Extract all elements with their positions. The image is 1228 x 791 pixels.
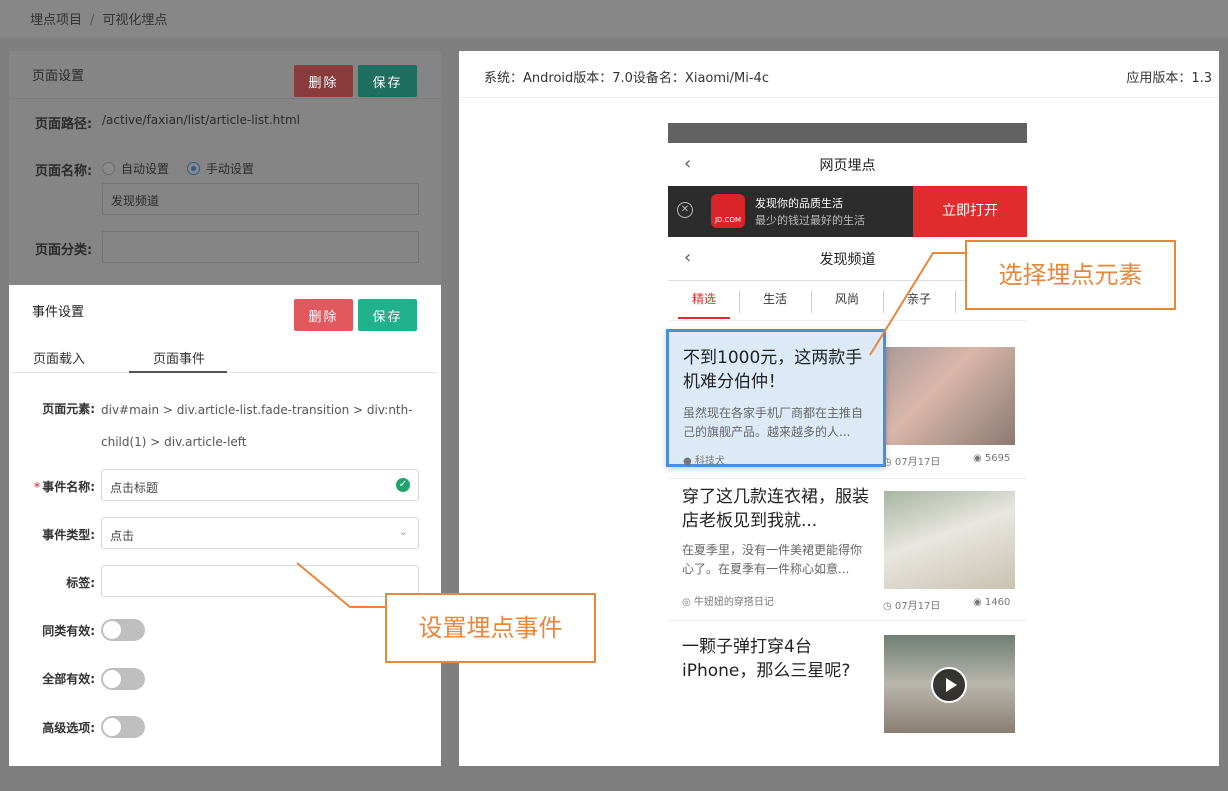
- article-date: ◷ 07月17日: [883, 601, 941, 612]
- event-name-label-text: 事件名称:: [42, 480, 95, 494]
- close-icon[interactable]: ✕: [677, 202, 693, 218]
- tag-label: 标签:: [66, 576, 95, 590]
- article-views: ◉ 1460: [973, 597, 1011, 608]
- breadcrumb-current: 可视化埋点: [102, 13, 168, 28]
- status-bar: [668, 123, 1027, 143]
- tab-page-load[interactable]: 页面载入: [33, 348, 85, 367]
- event-type-select[interactable]: 点击 ⌄: [101, 517, 419, 549]
- radio-manual-icon: [186, 162, 200, 175]
- event-save-button[interactable]: 保存: [358, 299, 417, 331]
- article-thumbnail: [884, 347, 1015, 445]
- article-desc: 虽然现在各家手机厂商都在主推自己的旗舰产品。越来越多的人...: [683, 406, 864, 439]
- device-info: 系统：Android版本：7.0设备名：Xiaomi/Mi-4c: [484, 71, 769, 86]
- page-delete-button[interactable]: 删除: [294, 65, 353, 97]
- article-thumbnail: [884, 635, 1015, 733]
- tab-page-event[interactable]: 页面事件: [153, 348, 205, 367]
- radio-auto-icon: [102, 162, 115, 175]
- page-path-label: 页面路径:: [35, 117, 93, 132]
- divider: [9, 98, 441, 99]
- breadcrumb-root[interactable]: 埋点项目: [30, 13, 82, 28]
- radio-manual[interactable]: 手动设置: [186, 162, 254, 176]
- radio-manual-label: 手动设置: [205, 162, 254, 176]
- article-source: ◎ 牛妞妞的穿搭日记: [682, 597, 774, 608]
- category-tab-life[interactable]: 生活: [763, 290, 787, 307]
- all-valid-label: 全部有效:: [42, 672, 95, 686]
- article-views: ◉ 5695: [973, 453, 1011, 464]
- webview-nav: ‹ 网页埋点: [668, 143, 1027, 186]
- event-delete-button[interactable]: 删除: [294, 299, 353, 331]
- page-category-label: 页面分类:: [35, 243, 93, 258]
- page-element-label: 页面元素:: [42, 402, 95, 416]
- divider: [459, 97, 1219, 98]
- list-item[interactable]: 穿了这几款连衣裙，服装店老板见到我就... 在夏季里，没有一件美裙更能得你心了。…: [668, 479, 1027, 621]
- banner-subtitle: 最少的钱过最好的生活: [755, 214, 865, 227]
- event-name-value: 点击标题: [110, 481, 159, 495]
- divider: [811, 291, 812, 313]
- article-title: 一颗子弹打穿4台iPhone，那么三星呢?: [682, 637, 851, 681]
- chevron-down-icon: ⌄: [398, 525, 408, 538]
- event-type-value: 点击: [110, 529, 135, 543]
- radio-auto[interactable]: 自动设置: [102, 162, 169, 176]
- event-settings-panel: 事件设置 删除 保存 页面载入 页面事件 页面元素: div#main > di…: [9, 285, 441, 766]
- page-name-label: 页面名称:: [35, 164, 93, 179]
- page-settings-panel: 页面设置 删除 保存 页面路径: /active/faxian/list/art…: [9, 51, 441, 285]
- tag-input[interactable]: [101, 565, 419, 597]
- event-name-label: * 事件名称:: [17, 478, 95, 495]
- category-tab-parenting[interactable]: 亲子: [907, 290, 931, 307]
- page-category-input[interactable]: [102, 231, 419, 263]
- banner-title: 发现你的品质生活: [755, 197, 843, 210]
- check-icon: ✓: [396, 478, 410, 492]
- open-app-button[interactable]: 立即打开: [913, 186, 1027, 237]
- page-settings-title: 页面设置: [32, 69, 85, 84]
- active-tab-indicator: [129, 371, 227, 373]
- list-item[interactable]: 一颗子弹打穿4台iPhone，那么三星呢?: [668, 623, 1027, 743]
- webview-title: 网页埋点: [819, 158, 876, 174]
- page-save-button[interactable]: 保存: [358, 65, 417, 97]
- event-settings-title: 事件设置: [32, 305, 85, 320]
- breadcrumb: 埋点项目 / 可视化埋点: [0, 0, 1228, 38]
- page-name-input[interactable]: 发现频道: [102, 183, 419, 215]
- same-type-toggle[interactable]: [101, 619, 145, 641]
- advanced-label: 高级选项:: [42, 721, 95, 735]
- event-tabs: 页面载入 页面事件: [12, 338, 438, 373]
- category-tab-featured[interactable]: 精选: [692, 290, 716, 307]
- callout-select-element: 选择埋点元素: [965, 240, 1176, 310]
- active-category-indicator: [678, 317, 730, 319]
- play-icon[interactable]: [931, 667, 967, 703]
- article-desc: 在夏季里，没有一件美裙更能得你心了。在夏季有一件称心如意...: [682, 543, 863, 576]
- divider: [739, 291, 740, 313]
- event-name-input[interactable]: 点击标题 ✓: [101, 469, 419, 501]
- divider: [955, 291, 956, 313]
- category-tab-fashion[interactable]: 风尚: [835, 290, 859, 307]
- article-thumbnail: [884, 491, 1015, 589]
- page-path-value: /active/faxian/list/article-list.html: [102, 113, 300, 127]
- article-title: 穿了这几款连衣裙，服装店老板见到我就...: [682, 487, 869, 531]
- page-name-radio-group: 自动设置 手动设置: [102, 160, 254, 177]
- event-type-label: 事件类型:: [42, 528, 95, 542]
- all-valid-toggle[interactable]: [101, 668, 145, 690]
- article-date: ◷ 07月17日: [883, 457, 941, 468]
- radio-auto-label: 自动设置: [121, 162, 170, 176]
- app-banner: ✕ JD.COM 发现你的品质生活 最少的钱过最好的生活 立即打开: [668, 186, 1027, 237]
- divider: [883, 291, 884, 313]
- required-mark: *: [33, 480, 41, 494]
- page-element-value: div#main > div.article-list.fade-transit…: [101, 403, 413, 449]
- jd-logo: JD.COM: [711, 194, 745, 228]
- selected-element-highlight[interactable]: 不到1000元，这两款手机难分伯仲！ 虽然现在各家手机厂商都在主推自己的旗舰产品…: [666, 329, 886, 467]
- article-source: ● 科技犬: [683, 456, 725, 467]
- breadcrumb-separator: /: [90, 13, 95, 28]
- article-title: 不到1000元，这两款手机难分伯仲！: [683, 348, 863, 392]
- callout-set-event: 设置埋点事件: [385, 593, 596, 663]
- advanced-toggle[interactable]: [101, 716, 145, 738]
- same-type-label: 同类有效:: [42, 624, 95, 638]
- app-version: 应用版本：1.3: [1126, 71, 1212, 86]
